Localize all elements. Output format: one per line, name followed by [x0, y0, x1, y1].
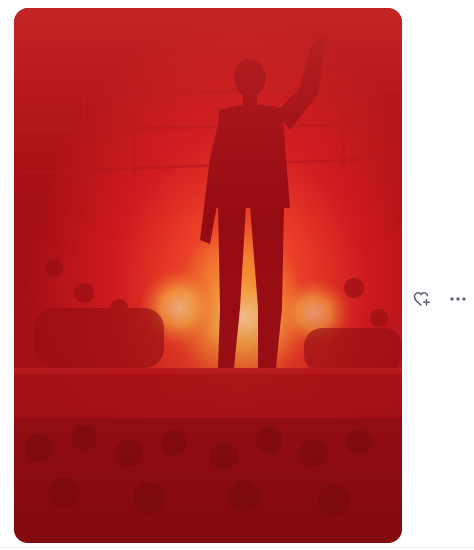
heart-plus-icon[interactable]	[411, 288, 433, 310]
more-horizontal-icon[interactable]	[447, 288, 469, 310]
concert-photo	[14, 8, 402, 543]
message-actions	[411, 288, 469, 310]
message-view	[0, 0, 474, 550]
photo-attachment[interactable]	[14, 8, 402, 543]
divider	[0, 547, 474, 548]
